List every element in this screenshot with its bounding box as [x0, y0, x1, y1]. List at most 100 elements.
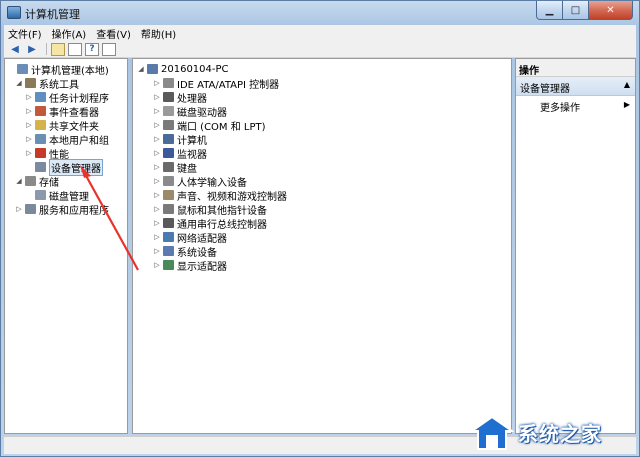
network-adapter-icon: [163, 232, 174, 242]
computer-management-icon: [7, 6, 21, 19]
keyboard-icon: [163, 162, 174, 172]
more-actions-label: 更多操作: [540, 103, 580, 114]
expand-arrow-icon[interactable]: ▷: [15, 205, 23, 213]
event-viewer-icon: [35, 106, 46, 116]
actions-pane: 操作 设备管理器 ▲ 更多操作 ▶: [515, 58, 636, 434]
expand-arrow-icon[interactable]: ▷: [153, 219, 161, 227]
device-category-item[interactable]: ▷ 网络适配器: [153, 230, 227, 245]
nav-tree-label: 共享文件夹: [49, 121, 99, 133]
expand-arrow-icon[interactable]: ▷: [153, 247, 161, 255]
monitor-icon: [163, 148, 174, 158]
more-actions-link[interactable]: 更多操作 ▶: [516, 96, 635, 114]
title-bar[interactable]: 计算机管理 ▁ □ ✕: [1, 1, 639, 25]
collapse-arrow-icon[interactable]: ◢: [15, 177, 23, 185]
actions-section-device-manager[interactable]: 设备管理器 ▲: [516, 77, 635, 96]
device-category-item[interactable]: ▷ 声音、视频和游戏控制器: [153, 188, 287, 203]
system-device-icon: [163, 246, 174, 256]
nav-tree-label: 系统工具: [39, 79, 79, 91]
device-category-item[interactable]: ▷ 系统设备: [153, 244, 217, 259]
expand-arrow-icon[interactable]: ▷: [25, 149, 33, 157]
up-folder-icon[interactable]: [51, 42, 65, 56]
expand-arrow-icon[interactable]: ▷: [25, 135, 33, 143]
device-category-label: 声音、视频和游戏控制器: [177, 191, 287, 203]
device-category-item[interactable]: ▷ 处理器: [153, 90, 207, 105]
toolbar: ◀ ▶ ?: [4, 41, 636, 58]
show-hide-action-pane-icon[interactable]: [102, 42, 116, 56]
expand-arrow-icon[interactable]: ▷: [153, 177, 161, 185]
processor-icon: [163, 92, 174, 102]
nav-tree-label: 事件查看器: [49, 107, 99, 119]
shared-folder-icon: [35, 120, 46, 130]
expand-arrow-icon[interactable]: ▷: [153, 205, 161, 213]
expand-arrow-icon[interactable]: ▷: [153, 121, 161, 129]
device-category-item[interactable]: ▷ 磁盘驱动器: [153, 104, 227, 119]
nav-tree-item[interactable]: ▷ 本地用户和组: [25, 132, 109, 147]
actions-section-label: 设备管理器: [520, 84, 570, 95]
collapse-arrow-icon[interactable]: ◢: [137, 65, 145, 73]
back-arrow-icon[interactable]: ◀: [8, 43, 22, 56]
expand-arrow-icon[interactable]: ▷: [153, 149, 161, 157]
window-controls: ▁ □ ✕: [536, 1, 633, 20]
nav-tree-item[interactable]: 设备管理器: [25, 158, 103, 176]
expand-arrow-icon[interactable]: ▷: [25, 93, 33, 101]
expand-arrow-icon[interactable]: ▷: [153, 79, 161, 87]
device-category-item[interactable]: ▷ 人体学输入设备: [153, 174, 247, 189]
nav-tree-item[interactable]: ▷ 共享文件夹: [25, 118, 99, 133]
menu-help[interactable]: 帮助(H): [141, 26, 176, 41]
expand-arrow-icon[interactable]: ▷: [25, 107, 33, 115]
navigation-tree-pane[interactable]: 计算机管理(本地) ◢ 系统工具 ▷ 任务计划程序 ▷ 事件查看器 ▷ 共享文件夹 ▷ 本地用户和组…: [4, 58, 128, 434]
device-category-item[interactable]: ▷ 端口 (COM 和 LPT): [153, 118, 266, 133]
expand-arrow-icon[interactable]: ▷: [153, 135, 161, 143]
device-category-item[interactable]: ▷ 鼠标和其他指针设备: [153, 202, 267, 217]
nav-tree-item[interactable]: 磁盘管理: [25, 188, 89, 203]
expand-arrow-icon[interactable]: ▷: [153, 233, 161, 241]
device-category-item[interactable]: ▷ 计算机: [153, 132, 207, 147]
usb-icon: [163, 218, 174, 228]
nav-tree-item[interactable]: ◢ 系统工具: [15, 76, 79, 91]
expand-arrow-icon[interactable]: ▷: [153, 191, 161, 199]
device-manager-icon: [35, 162, 46, 172]
nav-tree-item[interactable]: ▷ 事件查看器: [25, 104, 99, 119]
disk-icon: [35, 190, 46, 200]
show-hide-tree-icon[interactable]: [68, 42, 82, 56]
nav-tree-item[interactable]: ▷ 服务和应用程序: [15, 202, 109, 217]
device-category-label: 显示适配器: [177, 261, 227, 273]
nav-tree-label: 本地用户和组: [49, 135, 109, 147]
device-category-item[interactable]: ▷ IDE ATA/ATAPI 控制器: [153, 76, 279, 91]
nav-tree-item[interactable]: ▷ 任务计划程序: [25, 90, 109, 105]
collapse-arrow-icon[interactable]: ◢: [15, 79, 23, 87]
device-category-item[interactable]: ▷ 显示适配器: [153, 258, 227, 273]
expand-arrow-icon[interactable]: ▷: [153, 163, 161, 171]
computer-management-window: 计算机管理 ▁ □ ✕ 文件(F) 操作(A) 查看(V) 帮助(H) ◀ ▶ …: [0, 0, 640, 457]
minimize-button[interactable]: ▁: [536, 1, 563, 20]
device-category-item[interactable]: ▷ 监视器: [153, 146, 207, 161]
expand-arrow-icon[interactable]: ▷: [153, 107, 161, 115]
device-category-item[interactable]: ▷ 通用串行总线控制器: [153, 216, 267, 231]
collapse-up-icon: ▲: [623, 80, 630, 89]
menu-file[interactable]: 文件(F): [8, 26, 42, 41]
menu-action[interactable]: 操作(A): [52, 26, 87, 41]
forward-arrow-icon[interactable]: ▶: [25, 43, 39, 56]
menu-bar: 文件(F) 操作(A) 查看(V) 帮助(H): [4, 25, 636, 41]
watermark: 系统之家: [470, 410, 638, 455]
close-icon: ✕: [606, 4, 615, 16]
device-category-label: 网络适配器: [177, 233, 227, 245]
device-category-label: 计算机: [177, 135, 207, 147]
expand-arrow-icon[interactable]: ▷: [153, 93, 161, 101]
computer-icon: [163, 134, 174, 144]
device-category-item[interactable]: ▷ 键盘: [153, 160, 197, 175]
help-icon[interactable]: ?: [85, 42, 99, 56]
expand-arrow-icon[interactable]: ▷: [153, 261, 161, 269]
menu-view[interactable]: 查看(V): [96, 26, 131, 41]
users-icon: [35, 134, 46, 144]
device-tree-pane[interactable]: ◢ 20160104-PC ▷ IDE ATA/ATAPI 控制器 ▷ 处理器 ▷ 磁盘驱…: [132, 58, 512, 434]
close-button[interactable]: ✕: [589, 1, 633, 20]
storage-icon: [25, 176, 36, 186]
device-root-node[interactable]: ◢ 20160104-PC: [137, 62, 229, 76]
expand-arrow-icon[interactable]: ▷: [25, 121, 33, 129]
nav-tree-item[interactable]: 计算机管理(本地): [7, 62, 109, 77]
device-root-label: 20160104-PC: [161, 63, 229, 75]
nav-tree-item[interactable]: ◢ 存储: [15, 174, 59, 189]
maximize-button[interactable]: □: [563, 1, 589, 20]
watermark-house-icon: [470, 415, 514, 450]
